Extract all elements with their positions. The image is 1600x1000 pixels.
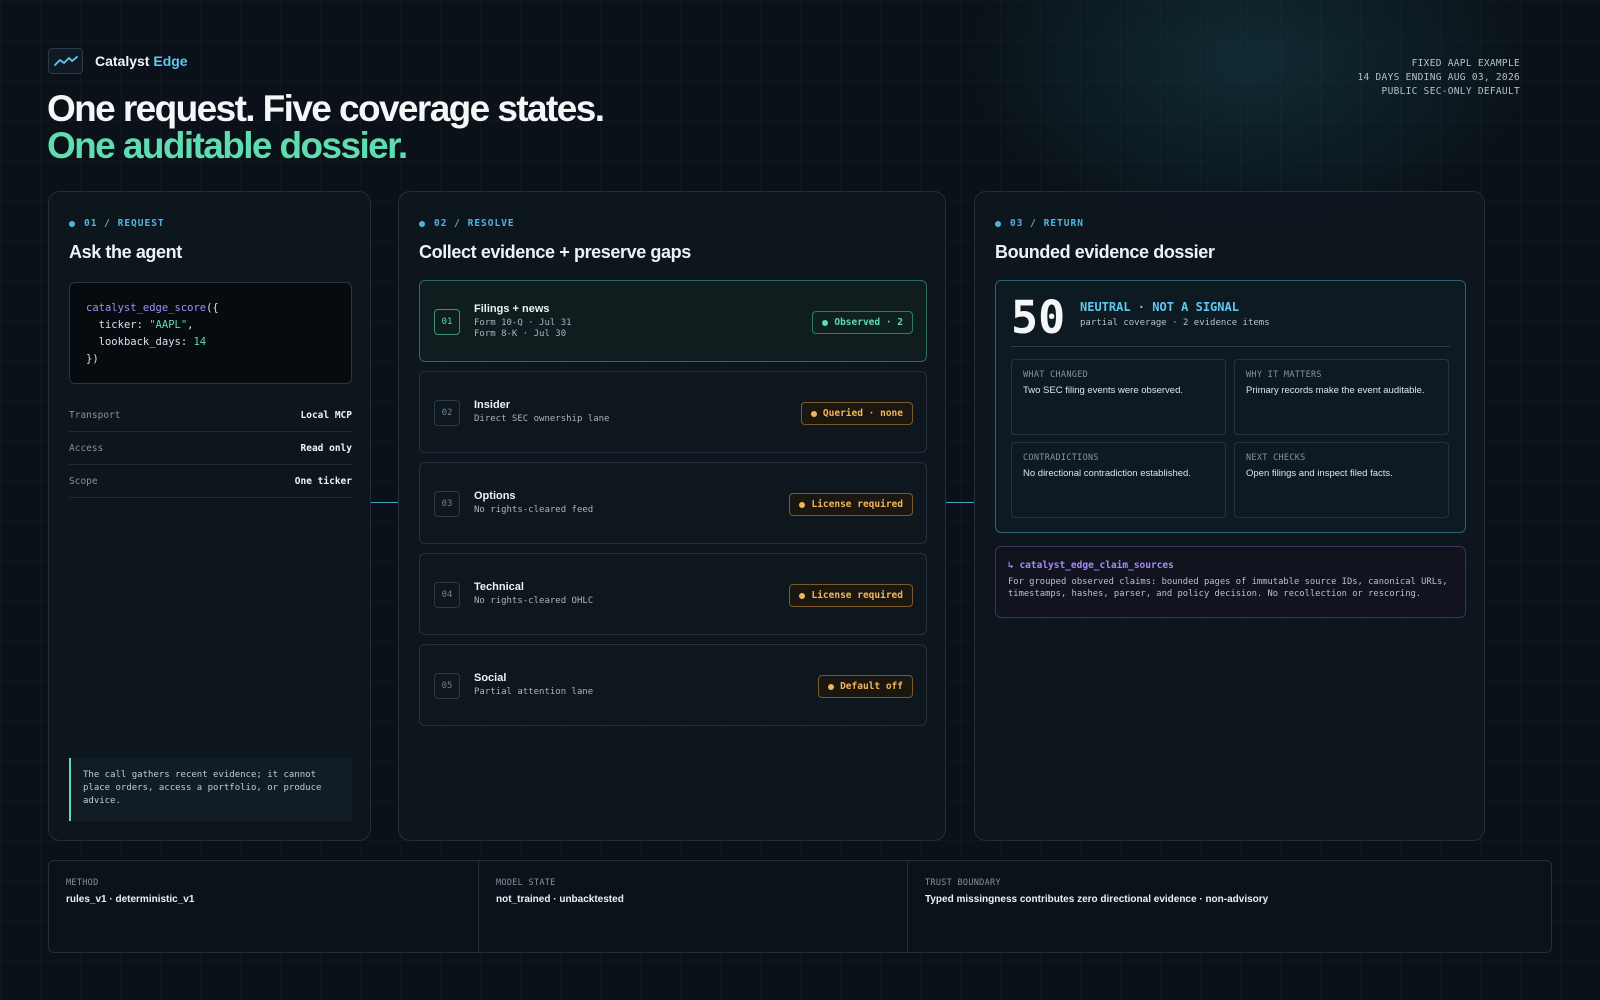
- prop-transport: Transport Local MCP: [69, 399, 352, 432]
- evidence-dossier: 50 NEUTRAL · NOT A SIGNAL partial covera…: [995, 280, 1466, 533]
- lane-detail: Partial attention lane: [474, 687, 594, 697]
- contradictions-card: CONTRADICTIONS No directional contradict…: [1011, 442, 1226, 518]
- claim-sources-card[interactable]: ↳ catalyst_edge_claim_sources For groupe…: [995, 546, 1466, 618]
- lane-number: 02: [434, 400, 460, 426]
- lane-social[interactable]: 05 Social Partial attention lane Default…: [419, 644, 927, 726]
- footer-model-state: MODEL STATE not_trained · unbacktested: [479, 861, 908, 952]
- lane-filings[interactable]: 01 Filings + news Form 10-Q · Jul 31 For…: [419, 280, 927, 362]
- footer-trust-boundary: TRUST BOUNDARY Typed missingness contrib…: [925, 878, 1269, 905]
- lane-name: Social: [474, 672, 507, 684]
- claim-sources-title: ↳ catalyst_edge_claim_sources: [1008, 560, 1174, 571]
- return-panel: 03 / RETURN Bounded evidence dossier 50 …: [974, 191, 1485, 841]
- lane-detail: No rights-cleared OHLC: [474, 596, 594, 606]
- brand: Catalyst Edge: [48, 48, 188, 74]
- lane-number: 05: [434, 673, 460, 699]
- coverage-summary: partial coverage · 2 evidence items: [1080, 318, 1270, 328]
- divider: [1011, 346, 1450, 347]
- resolve-step: 02 / RESOLVE: [419, 218, 515, 229]
- lane-detail: Form 10-Q · Jul 31: [474, 318, 572, 328]
- brand-name: Catalyst Edge: [95, 53, 188, 69]
- score-value: 50: [1011, 291, 1066, 344]
- status-dot-icon: [828, 683, 835, 690]
- resolve-panel: 02 / RESOLVE Collect evidence + preserve…: [398, 191, 946, 841]
- meta-default: PUBLIC SEC-ONLY DEFAULT: [1381, 86, 1520, 97]
- why-it-matters-card: WHY IT MATTERS Primary records make the …: [1234, 359, 1449, 435]
- hero-line-1: One request. Five coverage states.: [47, 88, 605, 129]
- request-title: Ask the agent: [69, 242, 182, 262]
- prop-access: Access Read only: [69, 432, 352, 465]
- lane-insider[interactable]: 02 Insider Direct SEC ownership lane Que…: [419, 371, 927, 453]
- status-badge: Default off: [818, 675, 913, 698]
- next-checks-card: NEXT CHECKS Open filings and inspect fil…: [1234, 442, 1449, 518]
- lane-detail: Direct SEC ownership lane: [474, 414, 610, 424]
- meta-example: FIXED AAPL EXAMPLE: [1411, 58, 1520, 69]
- lane-number: 01: [434, 309, 460, 335]
- prop-scope: Scope One ticker: [69, 465, 352, 498]
- footer-method: METHOD rules_v1 · deterministic_v1: [49, 861, 479, 952]
- status-badge: Queried · none: [800, 402, 913, 425]
- hero-line-2: One auditable dossier.: [47, 125, 408, 166]
- status-badge: License required: [789, 584, 913, 607]
- lane-number: 04: [434, 582, 460, 608]
- connector-line: [371, 502, 398, 503]
- request-step: 01 / REQUEST: [69, 218, 165, 229]
- safety-note: The call gathers recent evidence; it can…: [69, 758, 352, 821]
- footer-facts: METHOD rules_v1 · deterministic_v1 MODEL…: [48, 860, 1552, 953]
- trend-line-icon: [48, 48, 83, 74]
- status-badge: Observed · 2: [812, 311, 913, 334]
- step-dot-icon: [69, 220, 75, 227]
- lane-detail: Form 8-K · Jul 30: [474, 329, 567, 339]
- status-dot-icon: [822, 319, 829, 326]
- lane-options[interactable]: 03 Options No rights-cleared feed Licens…: [419, 462, 927, 544]
- verdict-label: NEUTRAL · NOT A SIGNAL: [1080, 300, 1239, 314]
- lane-name: Insider: [474, 399, 511, 411]
- step-dot-icon: [419, 220, 425, 227]
- example-meta: FIXED AAPL EXAMPLE 14 DAYS ENDING AUG 03…: [1357, 57, 1520, 99]
- hero-headline: One request. Five coverage states. One a…: [47, 88, 605, 166]
- connector-line: [946, 502, 974, 503]
- request-properties: Transport Local MCP Access Read only Scope…: [69, 399, 352, 498]
- step-dot-icon: [995, 220, 1001, 227]
- resolve-title: Collect evidence + preserve gaps: [419, 242, 691, 262]
- lane-technical[interactable]: 04 Technical No rights-cleared OHLC Lice…: [419, 553, 927, 635]
- lane-number: 03: [434, 491, 460, 517]
- lane-name: Filings + news: [474, 303, 550, 315]
- status-badge: License required: [789, 493, 913, 516]
- code-snippet: catalyst_edge_score({ ticker: "AAPL", lo…: [69, 282, 352, 384]
- status-dot-icon: [799, 501, 806, 508]
- return-title: Bounded evidence dossier: [995, 242, 1215, 262]
- status-dot-icon: [799, 592, 806, 599]
- status-dot-icon: [810, 410, 817, 417]
- lane-detail: No rights-cleared feed: [474, 505, 594, 515]
- request-panel: 01 / REQUEST Ask the agent catalyst_edge…: [48, 191, 371, 841]
- claim-sources-description: For grouped observed claims: bounded pag…: [1008, 577, 1448, 599]
- what-changed-card: WHAT CHANGED Two SEC filing events were …: [1011, 359, 1226, 435]
- lane-name: Technical: [474, 581, 524, 593]
- lane-name: Options: [474, 490, 516, 502]
- meta-window: 14 DAYS ENDING AUG 03, 2026: [1357, 72, 1520, 83]
- return-step: 03 / RETURN: [995, 218, 1084, 229]
